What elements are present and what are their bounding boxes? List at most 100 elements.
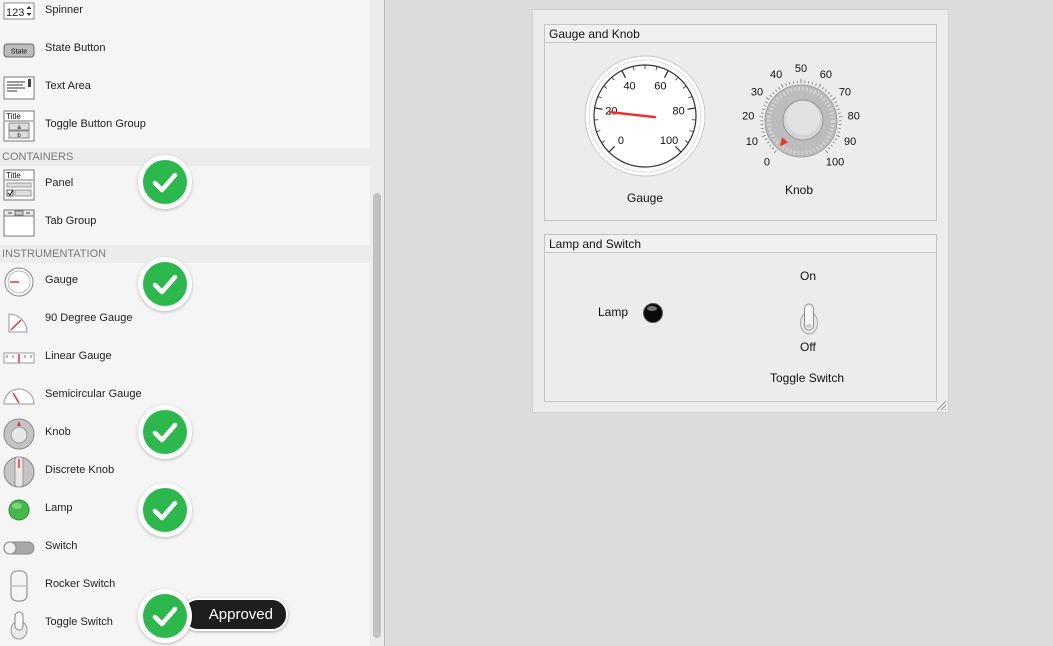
- library-item-tab-group[interactable]: Tab Group: [0, 204, 370, 242]
- gauge-tick-label: 40: [623, 81, 635, 93]
- text-area-icon: [3, 76, 35, 100]
- library-item-90-degree-gauge[interactable]: 90 Degree Gauge: [0, 301, 370, 339]
- library-item-state-button[interactable]: State State Button: [0, 31, 370, 69]
- rocker-switch-icon: [10, 570, 28, 602]
- library-item-discrete-knob[interactable]: Discrete Knob: [0, 453, 370, 491]
- panel-title: Lamp and Switch: [545, 235, 936, 253]
- knob-tick: [830, 94, 833, 98]
- library-item-label: Lamp: [45, 502, 73, 514]
- panel-gauge-and-knob[interactable]: Gauge and Knob 020406080100 010203040506…: [544, 24, 937, 221]
- library-item-switch[interactable]: Switch: [0, 529, 370, 567]
- knob-tick-label: 80: [848, 110, 860, 122]
- state-button-icon-text: State: [11, 49, 27, 56]
- library-item-label: Text Area: [45, 80, 91, 92]
- knob-tick: [832, 141, 836, 144]
- knob-tick: [771, 147, 775, 150]
- section-header-instrumentation: INSTRUMENTATION: [0, 245, 370, 263]
- library-item-label: Tab Group: [45, 215, 97, 227]
- knob-tick: [834, 101, 837, 104]
- knob-tick: [815, 83, 817, 87]
- knob-tick: [821, 87, 824, 90]
- library-item-label: Spinner: [45, 4, 83, 16]
- approved-tooltip: Approved: [182, 598, 288, 631]
- panel-icon-text: Title: [6, 171, 21, 180]
- knob-tick-label: 10: [746, 136, 758, 148]
- knob-tick: [765, 101, 768, 104]
- library-item-label: Toggle Button Group: [45, 118, 146, 130]
- lamp-label: Lamp: [598, 305, 629, 319]
- toggle-switch-widget[interactable]: [798, 301, 820, 337]
- gauge-tick-label: 0: [618, 135, 624, 147]
- toggle-button-group-icon-text: Title: [6, 112, 21, 121]
- knob-tick: [835, 104, 839, 107]
- switch-on-label: On: [800, 269, 817, 283]
- library-item-text-area[interactable]: Text Area: [0, 69, 370, 107]
- knob-tick: [772, 91, 775, 95]
- gauge-and-knob-widgets: 020406080100 0102030405060708090100: [584, 55, 860, 177]
- lamp-icon: [8, 499, 30, 521]
- knob-tick: [834, 138, 838, 141]
- gauge-icon: [4, 267, 34, 297]
- knob-tick-label: 90: [844, 136, 856, 148]
- knob-tick-label: 60: [820, 69, 832, 81]
- spinner-icon-text: 123: [6, 7, 24, 19]
- state-button-icon: State: [3, 43, 35, 58]
- knob-icon: [3, 418, 35, 450]
- gauge-tick-label: 60: [654, 81, 666, 93]
- approved-check-icon: [138, 257, 192, 311]
- knob-tick: [811, 82, 814, 85]
- switch-off-label: Off: [800, 340, 816, 354]
- knob-widget[interactable]: 0 10 20 30 40 50 60 70 80 90100: [742, 63, 860, 169]
- library-item-label: Semicircular Gauge: [45, 388, 142, 400]
- knob-tick: [778, 87, 781, 90]
- library-item-label: Switch: [45, 540, 78, 552]
- semicircular-gauge-icon: [3, 388, 35, 405]
- component-library: 123 Spinner State State Button Text Area…: [0, 0, 385, 646]
- approved-check-icon: [138, 589, 192, 643]
- knob-tick: [830, 144, 833, 147]
- knob-tick: [788, 82, 791, 85]
- library-item-label: Rocker Switch: [45, 578, 116, 590]
- toggle-switch-icon: [10, 611, 28, 640]
- library-item-label: Knob: [45, 426, 71, 438]
- library-scrollbar-thumb[interactable]: [373, 193, 381, 638]
- knob-tick: [827, 91, 830, 95]
- gauge-tick-label: 80: [672, 106, 684, 118]
- toggle-switch-label: Toggle Switch: [770, 371, 845, 385]
- knob-tick-label: 20: [742, 110, 754, 122]
- gauge-widget[interactable]: 020406080100: [584, 55, 706, 177]
- gauge-tick-label: 100: [660, 135, 678, 147]
- library-item-spinner[interactable]: 123 Spinner: [0, 0, 370, 31]
- knob-tick: [832, 97, 837, 101]
- gauge-label: Gauge: [627, 191, 664, 205]
- design-window[interactable]: Gauge and Knob 020406080100 010203040506…: [532, 9, 949, 413]
- component-list: 123 Spinner State State Button Text Area…: [0, 0, 370, 646]
- lamp-widget[interactable]: [641, 301, 665, 325]
- resize-grip-icon[interactable]: [935, 399, 947, 411]
- approved-check-icon: [138, 483, 192, 537]
- library-item-label: Discrete Knob: [45, 464, 115, 476]
- switch-icon: [3, 541, 35, 555]
- knob-tick-label: 100: [826, 157, 844, 169]
- library-item-label: Toggle Switch: [45, 616, 113, 628]
- toggle-button-group-icon: Title a b: [3, 110, 35, 142]
- linear-gauge-icon: [3, 352, 35, 364]
- knob-tick: [780, 83, 784, 88]
- spinner-icon: 123: [3, 2, 35, 20]
- knob-tick: [761, 134, 766, 138]
- library-item-linear-gauge[interactable]: Linear Gauge: [0, 339, 370, 377]
- tab-group-icon: [3, 209, 35, 237]
- knob-tick: [765, 97, 770, 101]
- knob-tick-label: 40: [770, 69, 782, 81]
- library-item-toggle-button-group[interactable]: Title a b Toggle Button Group: [0, 107, 370, 145]
- knob-tick-label: 70: [839, 86, 851, 98]
- knob-tick: [827, 147, 831, 150]
- panel-icon: Title: [3, 169, 35, 201]
- panel-title: Gauge and Knob: [545, 25, 936, 43]
- knob-tick: [818, 83, 822, 88]
- knob-tick-label: 0: [764, 157, 770, 169]
- knob-tick: [837, 131, 840, 133]
- library-item-label: Linear Gauge: [45, 350, 112, 362]
- knob-tick: [766, 141, 770, 144]
- panel-lamp-and-switch[interactable]: Lamp and Switch Lamp On Off Toggle Switc…: [544, 234, 937, 402]
